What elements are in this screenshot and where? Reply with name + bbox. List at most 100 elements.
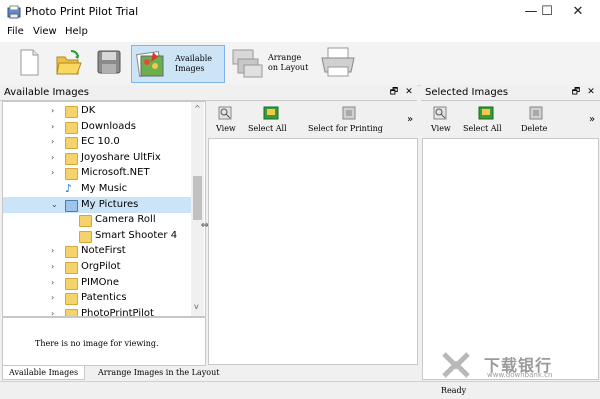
selected-images-panel-header: Selected Images 🗗 ✕ [421, 85, 600, 101]
tab-available-images[interactable]: Available Images [2, 366, 86, 380]
menu-view[interactable]: View [33, 26, 57, 37]
right-select-all-label: Select All [463, 124, 502, 133]
open-button[interactable] [54, 45, 84, 81]
right-magnifier-icon [433, 106, 447, 120]
folder-icon [65, 308, 78, 316]
tree-item[interactable]: › Downloads [3, 119, 193, 135]
menu-help[interactable]: Help [65, 26, 88, 37]
tree-item-label: Smart Shooter 4 [95, 229, 178, 241]
tab-arrange-layout[interactable]: Arrange Images in the Layout [92, 366, 225, 379]
folder-icon [65, 262, 78, 274]
tree-item[interactable]: › NoteFirst [3, 243, 193, 259]
folder-icon [65, 137, 78, 150]
tree-item[interactable]: › Joyoshare UltFix [3, 150, 193, 166]
expand-arrow-icon[interactable]: › [51, 134, 54, 150]
close-panel-icon[interactable]: ✕ [403, 85, 415, 100]
available-images-panel-header: Available Images 🗗 ✕ [0, 85, 417, 101]
tree-item[interactable]: › Patentics [3, 290, 193, 306]
available-images-list[interactable] [208, 138, 418, 365]
middle-overflow-icon[interactable]: » [407, 114, 413, 125]
folder-icon [65, 106, 78, 118]
new-button[interactable] [14, 45, 44, 81]
right-overflow-icon[interactable]: » [589, 114, 595, 125]
folder-icon [65, 168, 78, 181]
image-preview-area: There is no image for viewing. [2, 317, 206, 366]
restore-right-panel-icon[interactable]: 🗗 [570, 85, 582, 100]
arrange-layout-icon [232, 49, 263, 78]
print-button[interactable] [318, 45, 358, 81]
scroll-up-icon[interactable]: ^ [194, 104, 201, 113]
app-icon [7, 5, 21, 19]
delete-label: Delete [521, 124, 548, 133]
tree-item[interactable]: › PhotoPrintPilot [3, 306, 193, 317]
folder-icon [65, 152, 78, 165]
tree-item[interactable]: Camera Roll [3, 212, 193, 228]
status-text: Ready [441, 386, 467, 395]
tree-item[interactable]: › PIMOne [3, 275, 193, 291]
selected-images-list[interactable] [422, 138, 599, 380]
expand-arrow-icon[interactable]: › [51, 259, 54, 275]
watermark-url: www.downbank.cn [487, 371, 553, 379]
delete-icon [529, 106, 543, 120]
tree-item[interactable]: › Microsoft.NET [3, 165, 193, 181]
status-bar: Ready [0, 381, 600, 399]
tree-item[interactable]: › OrgPilot [3, 259, 193, 275]
scroll-down-icon[interactable]: v [194, 302, 199, 311]
pictures-folder-icon [65, 199, 78, 212]
expand-arrow-icon[interactable]: › [51, 119, 54, 135]
close-right-panel-icon[interactable]: ✕ [585, 85, 597, 100]
middle-view-label: View [216, 124, 236, 133]
expand-arrow-icon[interactable]: › [51, 275, 54, 291]
right-toolbar: View Select All Delete » [421, 104, 600, 137]
folder-tree: › DK › Downloads › EC 10.0 › Joyoshare UltFix › M… [2, 101, 206, 317]
arrange-label-1: Arrange [268, 53, 302, 62]
tree-scroll-thumb[interactable] [193, 176, 202, 220]
tree-item-label: My Pictures [81, 198, 139, 210]
expand-arrow-icon[interactable]: › [51, 150, 54, 166]
menu-file[interactable]: File [7, 26, 24, 37]
tree-item-label: DK [81, 105, 96, 116]
expand-arrow-icon[interactable]: › [51, 103, 54, 119]
folder-icon [79, 230, 92, 243]
tree-item-label: Microsoft.NET [81, 167, 150, 179]
expand-arrow-icon[interactable]: › [51, 165, 54, 181]
select-all-icon [263, 106, 279, 120]
window-title: Photo Print Pilot Trial [25, 5, 139, 18]
folder-icon [65, 293, 78, 306]
available-images-button[interactable]: Available Images [131, 45, 225, 83]
collapse-arrow-icon[interactable]: ⌄ [51, 197, 58, 213]
right-select-all-icon [478, 106, 494, 120]
selected-images-panel-title: Selected Images [425, 87, 509, 98]
restore-panel-icon[interactable]: 🗗 [388, 85, 400, 100]
tree-item[interactable]: › DK [3, 103, 193, 119]
printer-icon [321, 47, 355, 77]
expand-arrow-icon[interactable]: › [51, 290, 54, 306]
available-images-icon [136, 51, 164, 77]
select-printing-icon [342, 106, 356, 120]
tree-item-label: PhotoPrintPilot [81, 307, 154, 317]
tree-item-label: Joyoshare UltFix [81, 151, 161, 163]
open-folder-icon [56, 50, 82, 75]
tree-item-label: EC 10.0 [81, 136, 120, 148]
save-button[interactable] [94, 45, 124, 81]
menu-bar [0, 24, 600, 42]
tree-scrollbar[interactable]: ^ v [191, 102, 204, 316]
tree-item[interactable]: Smart Shooter 4 [3, 228, 193, 244]
arrange-label-2: on Layout [268, 63, 309, 72]
folder-icon [79, 215, 92, 228]
expand-arrow-icon[interactable]: › [51, 243, 54, 259]
tree-item-label: Downloads [81, 120, 136, 132]
tree-item-label: OrgPilot [81, 261, 121, 272]
tree-item[interactable]: ♪ My Music [3, 181, 193, 197]
new-document-icon [20, 49, 39, 76]
folder-icon [65, 121, 78, 134]
tree-item[interactable]: › EC 10.0 [3, 134, 193, 150]
tree-item[interactable]: ⌄ My Pictures [3, 196, 193, 213]
middle-toolbar: View Select All Select for Printing » [208, 104, 418, 137]
arrange-layout-button[interactable]: Arrange on Layout [228, 45, 314, 81]
close-button[interactable]: ✕ [555, 0, 600, 24]
middle-select-all-label: Select All [248, 124, 287, 133]
tree-item-label: PIMOne [81, 276, 119, 288]
expand-arrow-icon[interactable]: › [51, 306, 54, 316]
tree-item-label: Camera Roll [95, 214, 156, 226]
